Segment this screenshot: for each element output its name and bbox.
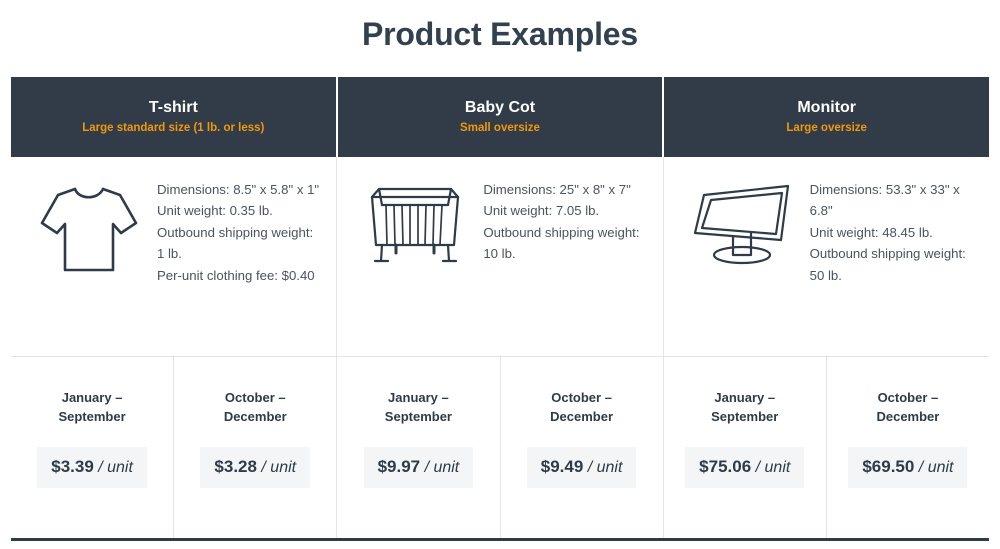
price-cell-tshirt-oct-dec: October – December $3.28 / unit xyxy=(174,357,336,538)
spec-line: Per-unit clothing fee: $0.40 xyxy=(157,267,315,283)
price-amount: $69.50 xyxy=(862,456,915,476)
table-header-row: T-shirt Large standard size (1 lb. or le… xyxy=(11,77,989,157)
header-cell-tshirt: T-shirt Large standard size (1 lb. or le… xyxy=(11,77,338,157)
price-unit: / unit xyxy=(98,458,133,476)
detail-cell-monitor: Dimensions: 53.3" x 33" x 6.8" Unit weig… xyxy=(664,157,989,356)
price-season-label: January – September xyxy=(711,390,779,424)
price-cell-monitor-oct-dec: October – December $69.50 / unit xyxy=(827,357,989,538)
spec-list-baby-cot: Dimensions: 25" x 8" x 7" Unit weight: 7… xyxy=(479,179,648,265)
price-amount: $3.28 xyxy=(214,456,257,476)
spec-line: Unit weight: 48.45 lb. xyxy=(809,224,933,240)
tshirt-icon xyxy=(25,179,153,275)
price-season-label: October – December xyxy=(223,390,287,424)
price-value-badge: $9.49 / unit xyxy=(526,446,637,488)
product-name: Baby Cot xyxy=(464,99,536,116)
product-size-class: Large standard size (1 lb. or less) xyxy=(82,122,265,135)
product-examples-page: Product Examples T-shirt Large standard … xyxy=(0,0,1000,549)
price-amount: $9.97 xyxy=(377,456,421,476)
spec-line: Dimensions: 8.5" x 5.8" x 1" xyxy=(157,182,320,197)
detail-cell-baby-cot: Dimensions: 25" x 8" x 7" Unit weight: 7… xyxy=(337,157,664,356)
table-detail-row: Dimensions: 8.5" x 5.8" x 1" Unit weight… xyxy=(11,157,989,357)
price-season-label: January – September xyxy=(384,390,452,424)
price-cell-baby-cot-jan-sep: January – September $9.97 / unit xyxy=(337,357,501,538)
price-unit: / unit xyxy=(755,458,791,476)
spec-line: Outbound shipping weight: 50 lb. xyxy=(809,246,966,283)
price-unit: / unit xyxy=(918,458,954,476)
price-cell-tshirt-jan-sep: January – September $3.39 / unit xyxy=(11,357,175,538)
price-unit: / unit xyxy=(587,458,623,476)
price-cell-baby-cot-oct-dec: October – December $9.49 / unit xyxy=(501,357,663,538)
price-value-badge: $75.06 / unit xyxy=(685,446,805,488)
monitor-icon xyxy=(678,179,806,267)
price-cell-monitor-jan-sep: January – September $75.06 / unit xyxy=(664,357,827,538)
product-size-class: Small oversize xyxy=(460,122,540,135)
baby-cot-icon xyxy=(351,179,479,267)
price-amount: $3.39 xyxy=(51,456,94,476)
spec-line: Outbound shipping weight: 10 lb. xyxy=(483,224,640,262)
price-amount: $9.49 xyxy=(540,456,584,476)
price-unit: / unit xyxy=(261,458,297,476)
price-value-badge: $3.28 / unit xyxy=(200,446,311,488)
spec-line: Dimensions: 53.3" x 33" x 6.8" xyxy=(809,182,960,219)
price-season-label: October – December xyxy=(550,390,614,424)
price-season-label: January – September xyxy=(58,390,126,424)
page-title: Product Examples xyxy=(361,16,638,52)
spec-line: Unit weight: 0.35 lb. xyxy=(157,203,273,219)
spec-line: Outbound shipping weight: 1 lb. xyxy=(157,224,314,262)
price-value-badge: $69.50 / unit xyxy=(848,446,968,488)
product-size-class: Large oversize xyxy=(786,122,867,135)
price-value-badge: $3.39 / unit xyxy=(37,446,147,488)
spec-list-tshirt: Dimensions: 8.5" x 5.8" x 1" Unit weight… xyxy=(153,179,322,286)
spec-list-monitor: Dimensions: 53.3" x 33" x 6.8" Unit weig… xyxy=(806,179,975,286)
header-cell-monitor: Monitor Large oversize xyxy=(664,77,989,157)
product-comparison-table: T-shirt Large standard size (1 lb. or le… xyxy=(11,77,989,541)
spec-line: Dimensions: 25" x 8" x 7" xyxy=(483,182,631,197)
price-group-tshirt: January – September $3.39 / unit October… xyxy=(11,357,338,538)
product-name: T-shirt xyxy=(148,99,198,116)
price-unit: / unit xyxy=(424,458,460,476)
price-value-badge: $9.97 / unit xyxy=(363,446,474,488)
table-price-row: January – September $3.39 / unit October… xyxy=(11,357,989,538)
spec-line: Unit weight: 7.05 lb. xyxy=(483,203,600,219)
product-name: Monitor xyxy=(797,99,856,116)
detail-cell-tshirt: Dimensions: 8.5" x 5.8" x 1" Unit weight… xyxy=(11,157,338,356)
price-season-label: October – December xyxy=(876,390,940,424)
price-amount: $75.06 xyxy=(699,456,752,476)
header-cell-baby-cot: Baby Cot Small oversize xyxy=(338,77,665,157)
price-group-baby-cot: January – September $9.97 / unit October… xyxy=(337,357,664,538)
price-group-monitor: January – September $75.06 / unit Octobe… xyxy=(664,357,989,538)
